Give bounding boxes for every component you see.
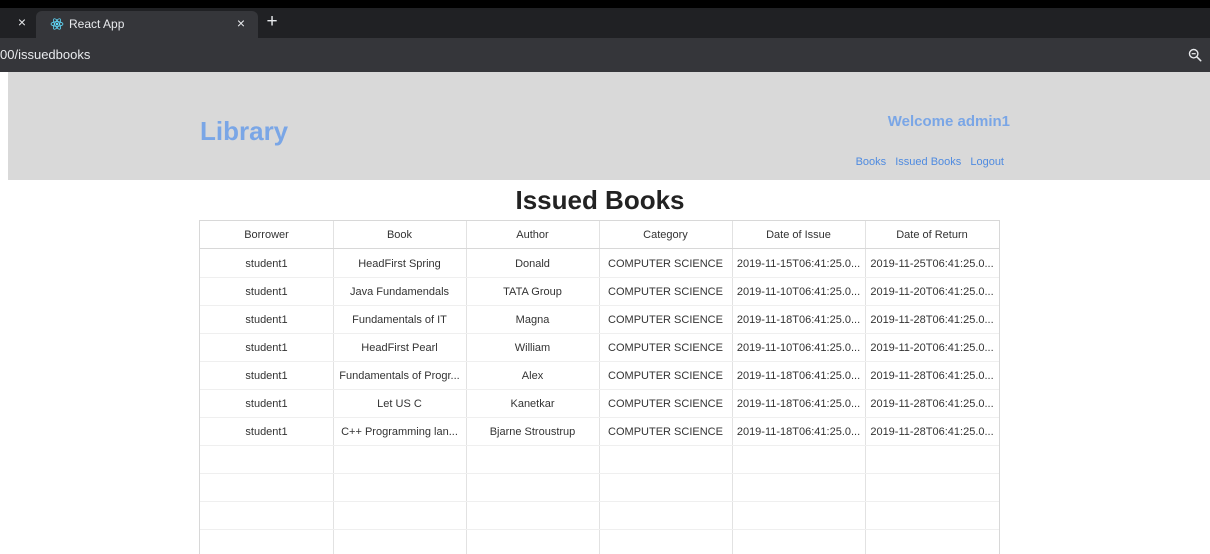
tab-close-icon[interactable]: × bbox=[233, 15, 249, 31]
table-cell: student1 bbox=[245, 342, 288, 354]
table-cell: 2019-11-25T06:41:25.0... bbox=[870, 258, 994, 270]
table-cell: 2019-11-20T06:41:25.0... bbox=[870, 286, 994, 298]
table-cell: Kanetkar bbox=[510, 398, 555, 410]
react-icon bbox=[50, 18, 64, 30]
tab-react-app[interactable]: React App × bbox=[36, 11, 258, 38]
table-cell: student1 bbox=[245, 370, 288, 382]
table-cell: Alex bbox=[521, 370, 544, 382]
table-cell: COMPUTER SCIENCE bbox=[608, 342, 723, 354]
browser-tab-bar: × React App × + bbox=[0, 8, 1210, 38]
table-row[interactable]: student1 Let US C Kanetkar COMPUTER SCIENCE… bbox=[200, 390, 999, 418]
table-cell: 2019-11-18T06:41:25.0... bbox=[736, 370, 861, 382]
table-cell: C++ Programming lan... bbox=[341, 426, 458, 438]
table-cell: student1 bbox=[245, 286, 288, 298]
tab-title: React App bbox=[69, 17, 125, 31]
table-cell: COMPUTER SCIENCE bbox=[608, 426, 723, 438]
column-header[interactable]: Book bbox=[333, 221, 466, 249]
table-cell: 2019-11-10T06:41:25.0... bbox=[736, 342, 861, 354]
table-row[interactable]: student1 Fundamentals of Progr... Alex COMP… bbox=[200, 362, 999, 390]
table-cell: 2019-11-28T06:41:25.0... bbox=[870, 426, 994, 438]
table-cell: Bjarne Stroustrup bbox=[489, 426, 576, 438]
empty-table-row bbox=[200, 446, 999, 474]
table-cell: Fundamentals of Progr... bbox=[339, 370, 460, 382]
table-row[interactable]: student1 Java Fundamendals TATA Group COMPU… bbox=[200, 278, 999, 306]
table-cell: student1 bbox=[245, 314, 288, 326]
table-cell: student1 bbox=[245, 426, 288, 438]
table-cell: 2019-11-15T06:41:25.0... bbox=[736, 258, 861, 270]
table-header: Borrower Book Author Category Date of Issue D… bbox=[200, 221, 999, 249]
table-cell: 2019-11-18T06:41:25.0... bbox=[736, 426, 861, 438]
column-header[interactable]: Author bbox=[466, 221, 599, 249]
empty-table-row bbox=[200, 502, 999, 530]
nav-logout-link[interactable]: Logout bbox=[970, 156, 1004, 168]
table-cell: 2019-11-28T06:41:25.0... bbox=[870, 314, 994, 326]
new-tab-icon[interactable]: + bbox=[263, 12, 281, 31]
table-row[interactable]: student1 Fundamentals of IT Magna COMPUTER … bbox=[200, 306, 999, 334]
table-cell: Java Fundamendals bbox=[349, 286, 450, 298]
app-header: Library Welcome admin1 Books Issued Book… bbox=[8, 72, 1210, 180]
table-cell: 2019-11-20T06:41:25.0... bbox=[870, 342, 994, 354]
welcome-text: Welcome admin1 bbox=[887, 113, 1010, 130]
table-cell: Fundamentals of IT bbox=[352, 314, 447, 326]
table-cell: 2019-11-18T06:41:25.0... bbox=[736, 314, 861, 326]
table-cell: COMPUTER SCIENCE bbox=[608, 314, 723, 326]
nav-issued-books-link[interactable]: Issued Books bbox=[895, 156, 961, 168]
app-root: × React App × + 00/issuedbooks Library W… bbox=[0, 0, 1210, 554]
table-cell: student1 bbox=[245, 258, 288, 270]
zoom-icon[interactable] bbox=[1188, 48, 1202, 62]
table-cell: student1 bbox=[245, 398, 288, 410]
page-title: Issued Books bbox=[515, 185, 685, 215]
table-cell: Magna bbox=[515, 314, 550, 326]
table-row[interactable]: student1 HeadFirst Pearl William COMPUTER S… bbox=[200, 334, 999, 362]
table-cell: COMPUTER SCIENCE bbox=[608, 398, 723, 410]
table-cell: HeadFirst Pearl bbox=[361, 342, 438, 354]
table-cell: COMPUTER SCIENCE bbox=[608, 370, 723, 382]
table-cell: 2019-11-28T06:41:25.0... bbox=[870, 370, 994, 382]
empty-table-row bbox=[200, 474, 999, 502]
address-bar[interactable]: 00/issuedbooks bbox=[0, 38, 1210, 72]
column-header[interactable]: Date of Issue bbox=[732, 221, 865, 249]
table-cell: 2019-11-18T06:41:25.0... bbox=[736, 398, 861, 410]
empty-table-row bbox=[200, 530, 999, 554]
column-header[interactable]: Category bbox=[599, 221, 732, 249]
nav-links: Books Issued Books Logout bbox=[850, 155, 1004, 169]
table-cell: TATA Group bbox=[503, 286, 562, 298]
column-header[interactable]: Date of Return bbox=[865, 221, 999, 249]
column-header[interactable]: Borrower bbox=[200, 221, 333, 249]
address-url[interactable]: 00/issuedbooks bbox=[0, 47, 90, 62]
table-cell: 2019-11-28T06:41:25.0... bbox=[870, 398, 994, 410]
table-cell: 2019-11-10T06:41:25.0... bbox=[736, 286, 861, 298]
top-strip bbox=[0, 0, 1210, 8]
table-cell: COMPUTER SCIENCE bbox=[608, 258, 723, 270]
table-row[interactable]: student1 C++ Programming lan... Bjarne Str… bbox=[200, 418, 999, 446]
table-cell: Donald bbox=[515, 258, 550, 270]
close-tab-icon[interactable]: × bbox=[15, 14, 29, 30]
nav-books-link[interactable]: Books bbox=[856, 156, 887, 168]
issued-books-table: Borrower Book Author Category Date of Issue D… bbox=[199, 220, 1000, 554]
table-cell: Let US C bbox=[377, 398, 422, 410]
brand-title[interactable]: Library bbox=[200, 116, 288, 146]
table-cell: COMPUTER SCIENCE bbox=[608, 286, 723, 298]
table-cell: William bbox=[514, 342, 551, 354]
table-row[interactable]: student1 HeadFirst Spring Donald COMPUTER S… bbox=[200, 250, 999, 278]
table-cell: HeadFirst Spring bbox=[358, 258, 441, 270]
